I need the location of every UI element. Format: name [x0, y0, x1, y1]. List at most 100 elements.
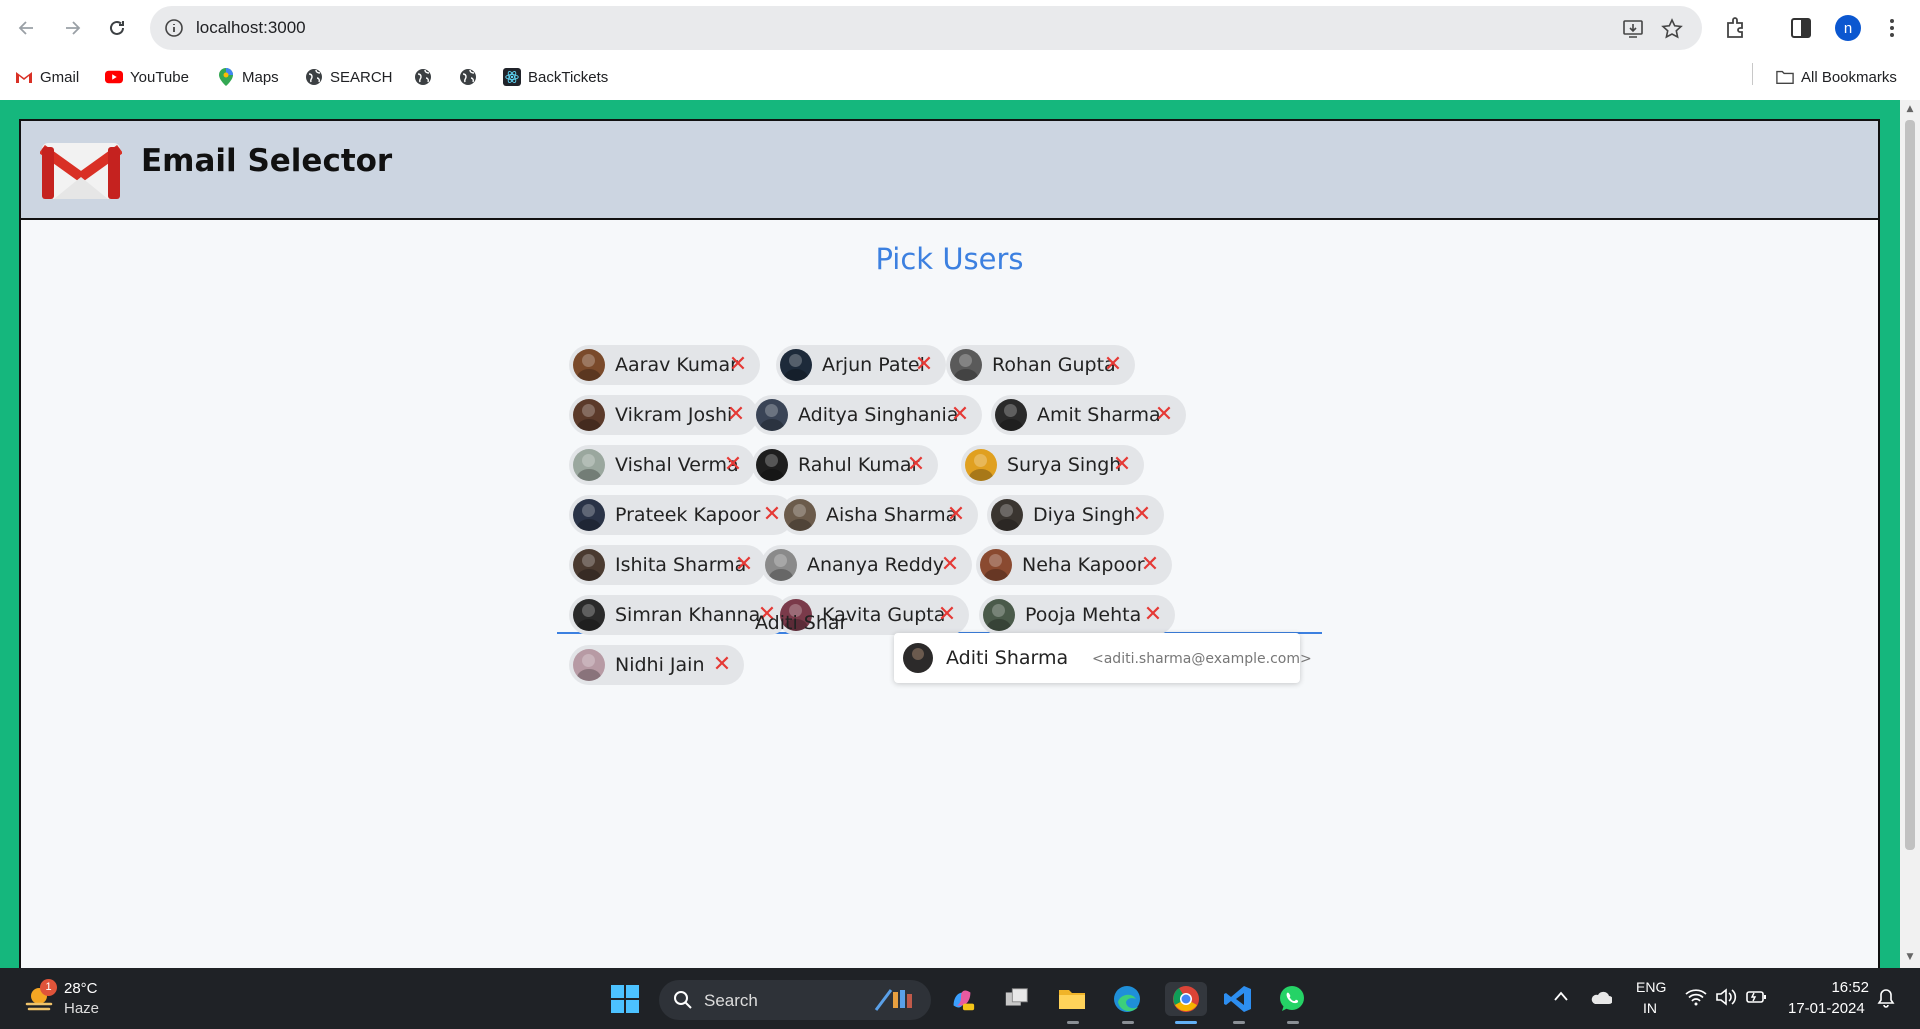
bookmark-star-icon[interactable] — [1661, 18, 1683, 40]
bookmark-label: Maps — [242, 68, 279, 86]
scroll-down-icon[interactable]: ▼ — [1904, 952, 1916, 962]
remove-chip-icon[interactable]: ✕ — [1138, 551, 1162, 579]
vscode-icon[interactable] — [1221, 982, 1255, 1016]
onedrive-icon[interactable] — [1590, 990, 1612, 1006]
language-region: IN — [1643, 1000, 1657, 1016]
clock-date[interactable]: 17-01-2024 — [1788, 1000, 1865, 1017]
chip-name: Rahul Kumar — [798, 454, 920, 476]
all-bookmarks-button[interactable]: All Bookmarks — [1776, 65, 1897, 89]
wifi-icon[interactable] — [1685, 988, 1707, 1006]
bookmark-maps[interactable]: Maps — [217, 65, 279, 89]
avatar — [784, 499, 816, 531]
remove-chip-icon[interactable]: ✕ — [1152, 401, 1176, 429]
forward-button[interactable] — [56, 12, 88, 44]
user-chip[interactable]: Vishal Verma ✕ — [569, 445, 755, 485]
remove-chip-icon[interactable]: ✕ — [724, 401, 748, 429]
clock-time[interactable]: 16:52 — [1829, 979, 1869, 996]
chevron-up-icon[interactable] — [1553, 990, 1569, 1002]
bookmark-globe-2[interactable] — [459, 65, 477, 89]
windows-taskbar: 1 28°C Haze Search ENG IN 16:52 17-01-20… — [0, 968, 1920, 1029]
chip-name: Aisha Sharma — [826, 504, 958, 526]
remove-chip-icon[interactable]: ✕ — [912, 351, 936, 379]
suggestion-item[interactable]: Aditi Sharma <aditi.sharma@example.com> — [894, 633, 1312, 683]
remove-chip-icon[interactable]: ✕ — [710, 651, 734, 679]
user-chip[interactable]: Arjun Patel ✕ — [776, 345, 946, 385]
remove-chip-icon[interactable]: ✕ — [904, 451, 928, 479]
remove-chip-icon[interactable]: ✕ — [948, 401, 972, 429]
menu-dots-icon[interactable] — [1879, 15, 1905, 41]
file-explorer-icon[interactable] — [1055, 982, 1089, 1016]
user-chip[interactable]: Aisha Sharma ✕ — [780, 495, 978, 535]
language-indicator[interactable]: ENG — [1636, 979, 1666, 995]
profile-avatar[interactable]: n — [1835, 15, 1861, 41]
chip-name: Neha Kapoor — [1022, 554, 1145, 576]
start-button[interactable] — [608, 982, 642, 1016]
whatsapp-icon[interactable] — [1275, 982, 1309, 1016]
reload-button[interactable] — [101, 12, 133, 44]
user-chip[interactable]: Diya Singh ✕ — [987, 495, 1164, 535]
task-view-icon[interactable] — [1000, 982, 1034, 1016]
user-chip[interactable]: Nidhi Jain ✕ — [569, 645, 744, 685]
address-bar[interactable]: localhost:3000 — [150, 6, 1702, 50]
chip-name: Amit Sharma — [1037, 404, 1161, 426]
bookmark-gmail[interactable]: Gmail — [15, 65, 79, 89]
edge-browser-icon[interactable] — [1110, 982, 1144, 1016]
remove-chip-icon[interactable]: ✕ — [726, 351, 750, 379]
user-chip[interactable]: Prateek Kapoor ✕ — [569, 495, 794, 535]
remove-chip-icon[interactable]: ✕ — [1101, 351, 1125, 379]
remove-chip-icon[interactable]: ✕ — [721, 451, 745, 479]
globe-icon — [459, 68, 477, 86]
extensions-icon[interactable] — [1723, 15, 1749, 41]
remove-chip-icon[interactable]: ✕ — [944, 501, 968, 529]
remove-chip-icon[interactable]: ✕ — [732, 551, 756, 579]
remove-chip-icon[interactable]: ✕ — [938, 551, 962, 579]
chrome-browser-icon[interactable] — [1165, 982, 1207, 1016]
bookmark-label: BackTickets — [528, 68, 609, 86]
user-chip[interactable]: Neha Kapoor ✕ — [976, 545, 1172, 585]
arrow-right-icon — [66, 21, 81, 35]
bookmark-youtube[interactable]: YouTube — [105, 65, 189, 89]
install-app-icon[interactable] — [1622, 18, 1644, 40]
back-button[interactable] — [11, 12, 43, 44]
remove-chip-icon[interactable]: ✕ — [1130, 501, 1154, 529]
app-header: Email Selector — [21, 121, 1878, 220]
page-title: Pick Users — [875, 242, 1024, 276]
site-info-icon[interactable] — [164, 18, 184, 38]
copilot-taskbar-icon[interactable] — [945, 982, 979, 1016]
user-chip[interactable]: Rahul Kumar ✕ — [752, 445, 938, 485]
page-scrollbar[interactable]: ▲ ▼ — [1900, 100, 1920, 968]
selected-users-chip-input[interactable]: Aarav Kumar ✕ Arjun Patel ✕ Rohan Gupta ✕ Vikr… — [557, 282, 1322, 685]
scroll-up-icon[interactable]: ▲ — [1904, 104, 1916, 114]
avatar — [980, 549, 1012, 581]
user-chip[interactable]: Surya Singh ✕ — [961, 445, 1144, 485]
battery-icon[interactable] — [1745, 988, 1767, 1006]
user-chip[interactable]: Ishita Sharma ✕ — [569, 545, 766, 585]
notification-bell-icon[interactable] — [1877, 988, 1895, 1008]
bookmarks-bar: Gmail YouTube Maps SEARCH BackTickets Al… — [0, 56, 1920, 100]
user-chip[interactable]: Amit Sharma ✕ — [991, 395, 1186, 435]
taskbar-search[interactable]: Search — [659, 980, 931, 1020]
user-chip[interactable]: Aarav Kumar ✕ — [569, 345, 760, 385]
bookmark-backtickets[interactable]: BackTickets — [503, 65, 608, 89]
bookmark-globe-1[interactable] — [414, 65, 432, 89]
scroll-thumb[interactable] — [1905, 120, 1915, 850]
chip-name: Surya Singh — [1007, 454, 1122, 476]
user-chip[interactable]: Rohan Gupta ✕ — [946, 345, 1135, 385]
user-chip[interactable]: Ananya Reddy ✕ — [761, 545, 972, 585]
weather-badge: 1 — [40, 979, 57, 996]
user-chip[interactable]: Vikram Joshi ✕ — [569, 395, 758, 435]
gmail-icon — [15, 68, 33, 86]
chip-name: Simran Khanna — [615, 604, 761, 626]
active-indicator — [1175, 1021, 1197, 1024]
url-text: localhost:3000 — [196, 18, 306, 37]
avatar — [573, 399, 605, 431]
chip-name: Aditya Singhania — [798, 404, 959, 426]
bookmark-search[interactable]: SEARCH — [305, 65, 393, 89]
chip-name: Prateek Kapoor — [615, 504, 761, 526]
user-chip[interactable]: Aditya Singhania ✕ — [752, 395, 982, 435]
remove-chip-icon[interactable]: ✕ — [1110, 451, 1134, 479]
volume-icon[interactable] — [1715, 988, 1737, 1006]
reload-icon — [110, 20, 124, 35]
side-panel-icon[interactable] — [1788, 15, 1814, 41]
avatar — [756, 449, 788, 481]
